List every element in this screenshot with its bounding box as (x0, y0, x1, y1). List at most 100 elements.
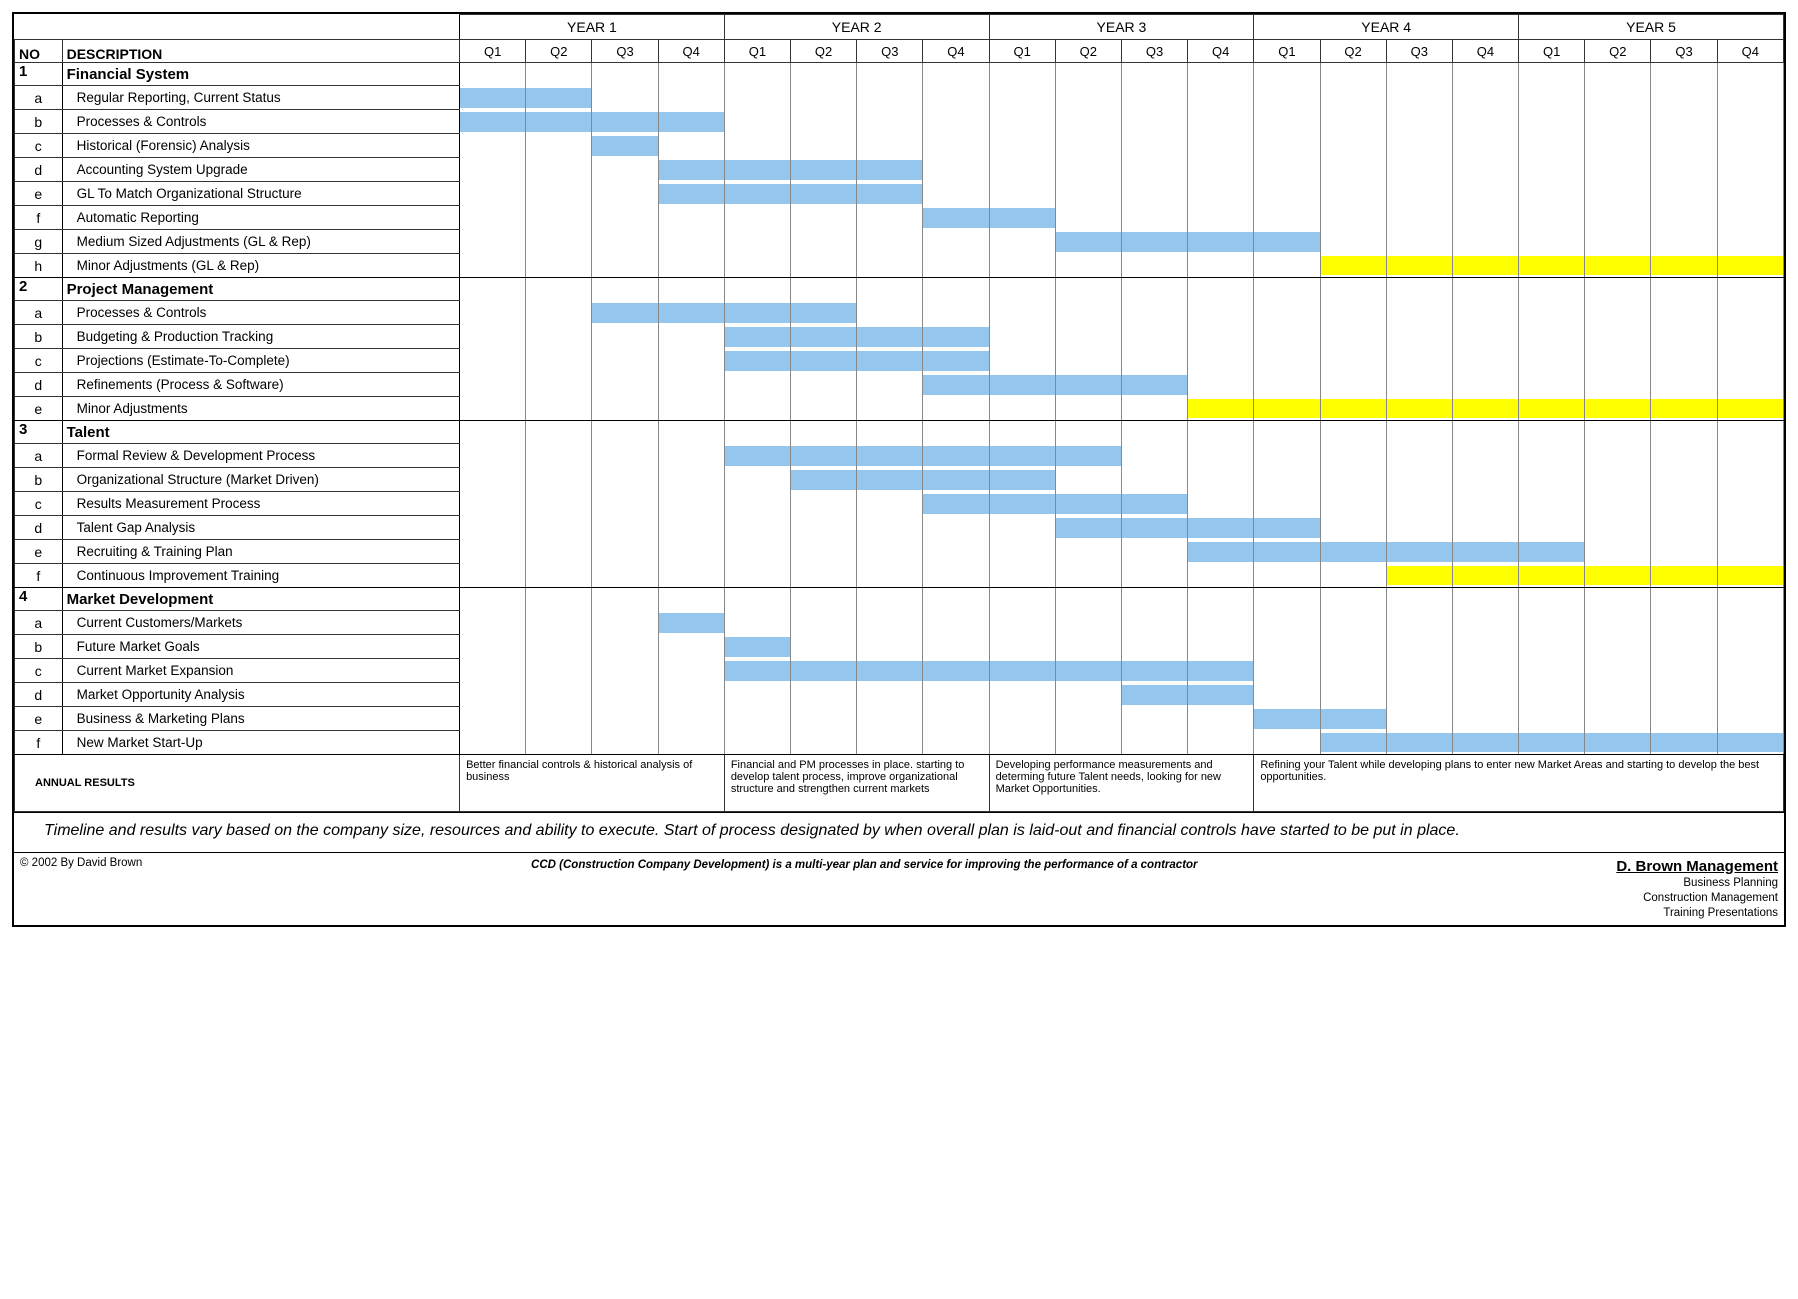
gantt-bar (1519, 399, 1584, 419)
gantt-bar (990, 494, 1055, 514)
gantt-bar (1387, 256, 1452, 276)
section-row: 3 Talent (15, 421, 1784, 444)
gantt-bar (1056, 375, 1121, 395)
quarter-header: Q4 (1717, 40, 1783, 63)
task-row: d Accounting System Upgrade (15, 158, 1784, 182)
section-row: 4 Market Development (15, 588, 1784, 611)
gantt-bar (1188, 685, 1253, 705)
task-label: Refinements (Process & Software) (62, 373, 459, 397)
gantt-bar (1188, 399, 1253, 419)
quarter-header: Q3 (1651, 40, 1717, 63)
section-row: 2 Project Management (15, 278, 1784, 301)
gantt-bar (1254, 518, 1319, 538)
quarter-header: Q3 (1121, 40, 1187, 63)
gantt-bar (1254, 542, 1319, 562)
gantt-bar (592, 136, 657, 156)
gantt-bar (1651, 399, 1716, 419)
gantt-bar (1122, 661, 1187, 681)
task-label: Processes & Controls (62, 301, 459, 325)
task-label: Automatic Reporting (62, 206, 459, 230)
task-label: Current Market Expansion (62, 659, 459, 683)
gantt-bar (1321, 733, 1386, 753)
task-id: h (15, 254, 63, 278)
gantt-bar (923, 661, 988, 681)
task-id: b (15, 110, 63, 134)
year-header: YEAR 2 (724, 15, 989, 40)
year-header: YEAR 4 (1254, 15, 1519, 40)
task-label: Recruiting & Training Plan (62, 540, 459, 564)
gantt-bar (1122, 494, 1187, 514)
section-row: 1 Financial System (15, 63, 1784, 86)
annual-result: Refining your Talent while developing pl… (1254, 755, 1784, 812)
section-title: Talent (62, 421, 459, 444)
gantt-bar (1519, 566, 1584, 586)
gantt-bar (725, 160, 790, 180)
section-no: 3 (15, 421, 63, 444)
gantt-bar (1122, 232, 1187, 252)
task-row: f New Market Start-Up (15, 731, 1784, 755)
gantt-bar (1453, 566, 1518, 586)
year-header: YEAR 1 (460, 15, 725, 40)
task-label: Medium Sized Adjustments (GL & Rep) (62, 230, 459, 254)
task-row: h Minor Adjustments (GL & Rep) (15, 254, 1784, 278)
section-title: Project Management (62, 278, 459, 301)
no-header: NO (15, 40, 63, 63)
gantt-bar (659, 303, 724, 323)
gantt-bar (725, 303, 790, 323)
footer-tagline: CCD (Construction Company Development) i… (338, 853, 1391, 925)
task-id: c (15, 659, 63, 683)
task-label: Minor Adjustments (62, 397, 459, 421)
gantt-bar (725, 661, 790, 681)
gantt-bar (1387, 566, 1452, 586)
quarter-header: Q3 (857, 40, 923, 63)
gantt-bar (791, 446, 856, 466)
gantt-bar (1519, 733, 1584, 753)
annual-result: Developing performance measurements and … (989, 755, 1254, 812)
gantt-bar (1056, 518, 1121, 538)
gantt-bar (1718, 566, 1783, 586)
task-id: d (15, 516, 63, 540)
task-id: g (15, 230, 63, 254)
quarter-header: Q1 (1254, 40, 1320, 63)
task-id: c (15, 134, 63, 158)
gantt-bar (1321, 709, 1386, 729)
task-row: a Regular Reporting, Current Status (15, 86, 1784, 110)
task-id: d (15, 683, 63, 707)
task-row: b Processes & Controls (15, 110, 1784, 134)
gantt-bar (460, 88, 525, 108)
gantt-bar (725, 351, 790, 371)
gantt-bar (791, 470, 856, 490)
task-row: d Refinements (Process & Software) (15, 373, 1784, 397)
footer-brand-block: D. Brown Management Business Planning Co… (1391, 853, 1784, 925)
quarter-header: Q2 (1320, 40, 1386, 63)
task-row: a Processes & Controls (15, 301, 1784, 325)
footer-row: © 2002 By David Brown CCD (Construction … (14, 853, 1784, 925)
section-title: Financial System (62, 63, 459, 86)
year-header-row: YEAR 1 YEAR 2 YEAR 3 YEAR 4 YEAR 5 (15, 15, 1784, 40)
task-row: c Projections (Estimate-To-Complete) (15, 349, 1784, 373)
section-no: 4 (15, 588, 63, 611)
gantt-bar (1254, 232, 1319, 252)
annual-results-row: ANNUAL RESULTS Better financial controls… (15, 755, 1784, 812)
task-id: d (15, 373, 63, 397)
gantt-bar (1718, 399, 1783, 419)
gantt-bar (791, 160, 856, 180)
task-row: e Business & Marketing Plans (15, 707, 1784, 731)
gantt-bar (1122, 685, 1187, 705)
gantt-bar (1585, 399, 1650, 419)
task-row: b Budgeting & Production Tracking (15, 325, 1784, 349)
footer-line: Construction Management (1643, 892, 1778, 904)
gantt-bar (990, 446, 1055, 466)
gantt-bar (1188, 661, 1253, 681)
quarter-header: Q2 (526, 40, 592, 63)
gantt-bar (1387, 542, 1452, 562)
description-header: DESCRIPTION (62, 40, 459, 63)
task-id: f (15, 564, 63, 588)
gantt-bar (1188, 518, 1253, 538)
gantt-bar (1453, 733, 1518, 753)
quarter-header: Q4 (1188, 40, 1254, 63)
task-label: Market Opportunity Analysis (62, 683, 459, 707)
gantt-bar (791, 184, 856, 204)
gantt-bar (1585, 566, 1650, 586)
gantt-bar (923, 470, 988, 490)
